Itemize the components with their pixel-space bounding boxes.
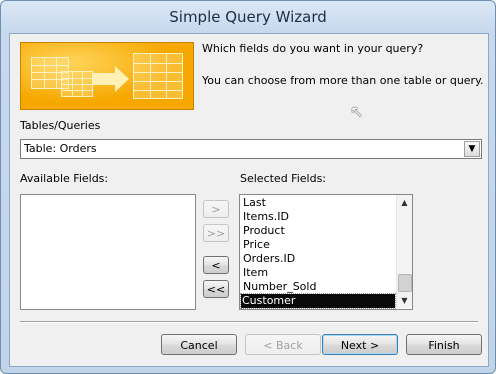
list-item[interactable]: Product (242, 224, 285, 238)
list-item[interactable]: Price (242, 238, 270, 252)
add-all-fields-button[interactable]: >> (203, 224, 229, 242)
list-item[interactable]: Last (242, 196, 266, 210)
wizard-body: Which fields do you want in your query? … (9, 33, 489, 367)
query-table-icon (133, 53, 183, 99)
source-table-icon (61, 71, 93, 97)
wizard-window: Simple Query Wizard Which fields do you … (0, 0, 496, 374)
available-fields-list[interactable] (20, 194, 196, 310)
selected-fields-list[interactable]: Last Items.ID Product Price Orders.ID It… (239, 194, 413, 310)
scroll-down-icon[interactable]: ▼ (397, 293, 412, 308)
tables-queries-value: Table: Orders (24, 142, 97, 155)
selected-fields-scrollbar[interactable]: ▲ ▼ (396, 195, 412, 308)
cancel-button[interactable]: Cancel (161, 334, 237, 355)
arrow-right-icon (93, 66, 129, 92)
list-item[interactable]: Item (242, 266, 268, 280)
remove-all-fields-button[interactable]: << (203, 280, 229, 298)
wizard-banner-graphic (20, 42, 194, 110)
list-item-selected[interactable]: Customer (240, 293, 396, 309)
tables-queries-label: Tables/Queries (20, 119, 101, 132)
window-title: Simple Query Wizard (169, 8, 327, 26)
add-field-button[interactable]: > (203, 200, 229, 218)
mouse-pointer-icon: ↖ (350, 102, 364, 121)
tables-queries-dropdown[interactable]: Table: Orders ▼ (20, 139, 482, 159)
footer-divider (20, 321, 478, 323)
chevron-down-icon[interactable]: ▼ (464, 141, 480, 157)
available-fields-label: Available Fields: (20, 172, 109, 185)
selected-fields-label: Selected Fields: (240, 172, 327, 185)
next-button[interactable]: Next > (322, 334, 398, 355)
finish-button[interactable]: Finish (406, 334, 482, 355)
remove-field-button[interactable]: < (203, 256, 229, 274)
list-item[interactable]: Number_Sold (242, 280, 316, 294)
list-item[interactable]: Orders.ID (242, 252, 295, 266)
fields-note: You can choose from more than one table … (202, 74, 484, 87)
back-button[interactable]: < Back (245, 334, 321, 355)
list-item[interactable]: Items.ID (242, 210, 289, 224)
scroll-up-icon[interactable]: ▲ (397, 195, 412, 210)
fields-question: Which fields do you want in your query? (202, 42, 424, 55)
scroll-thumb[interactable] (398, 274, 412, 292)
